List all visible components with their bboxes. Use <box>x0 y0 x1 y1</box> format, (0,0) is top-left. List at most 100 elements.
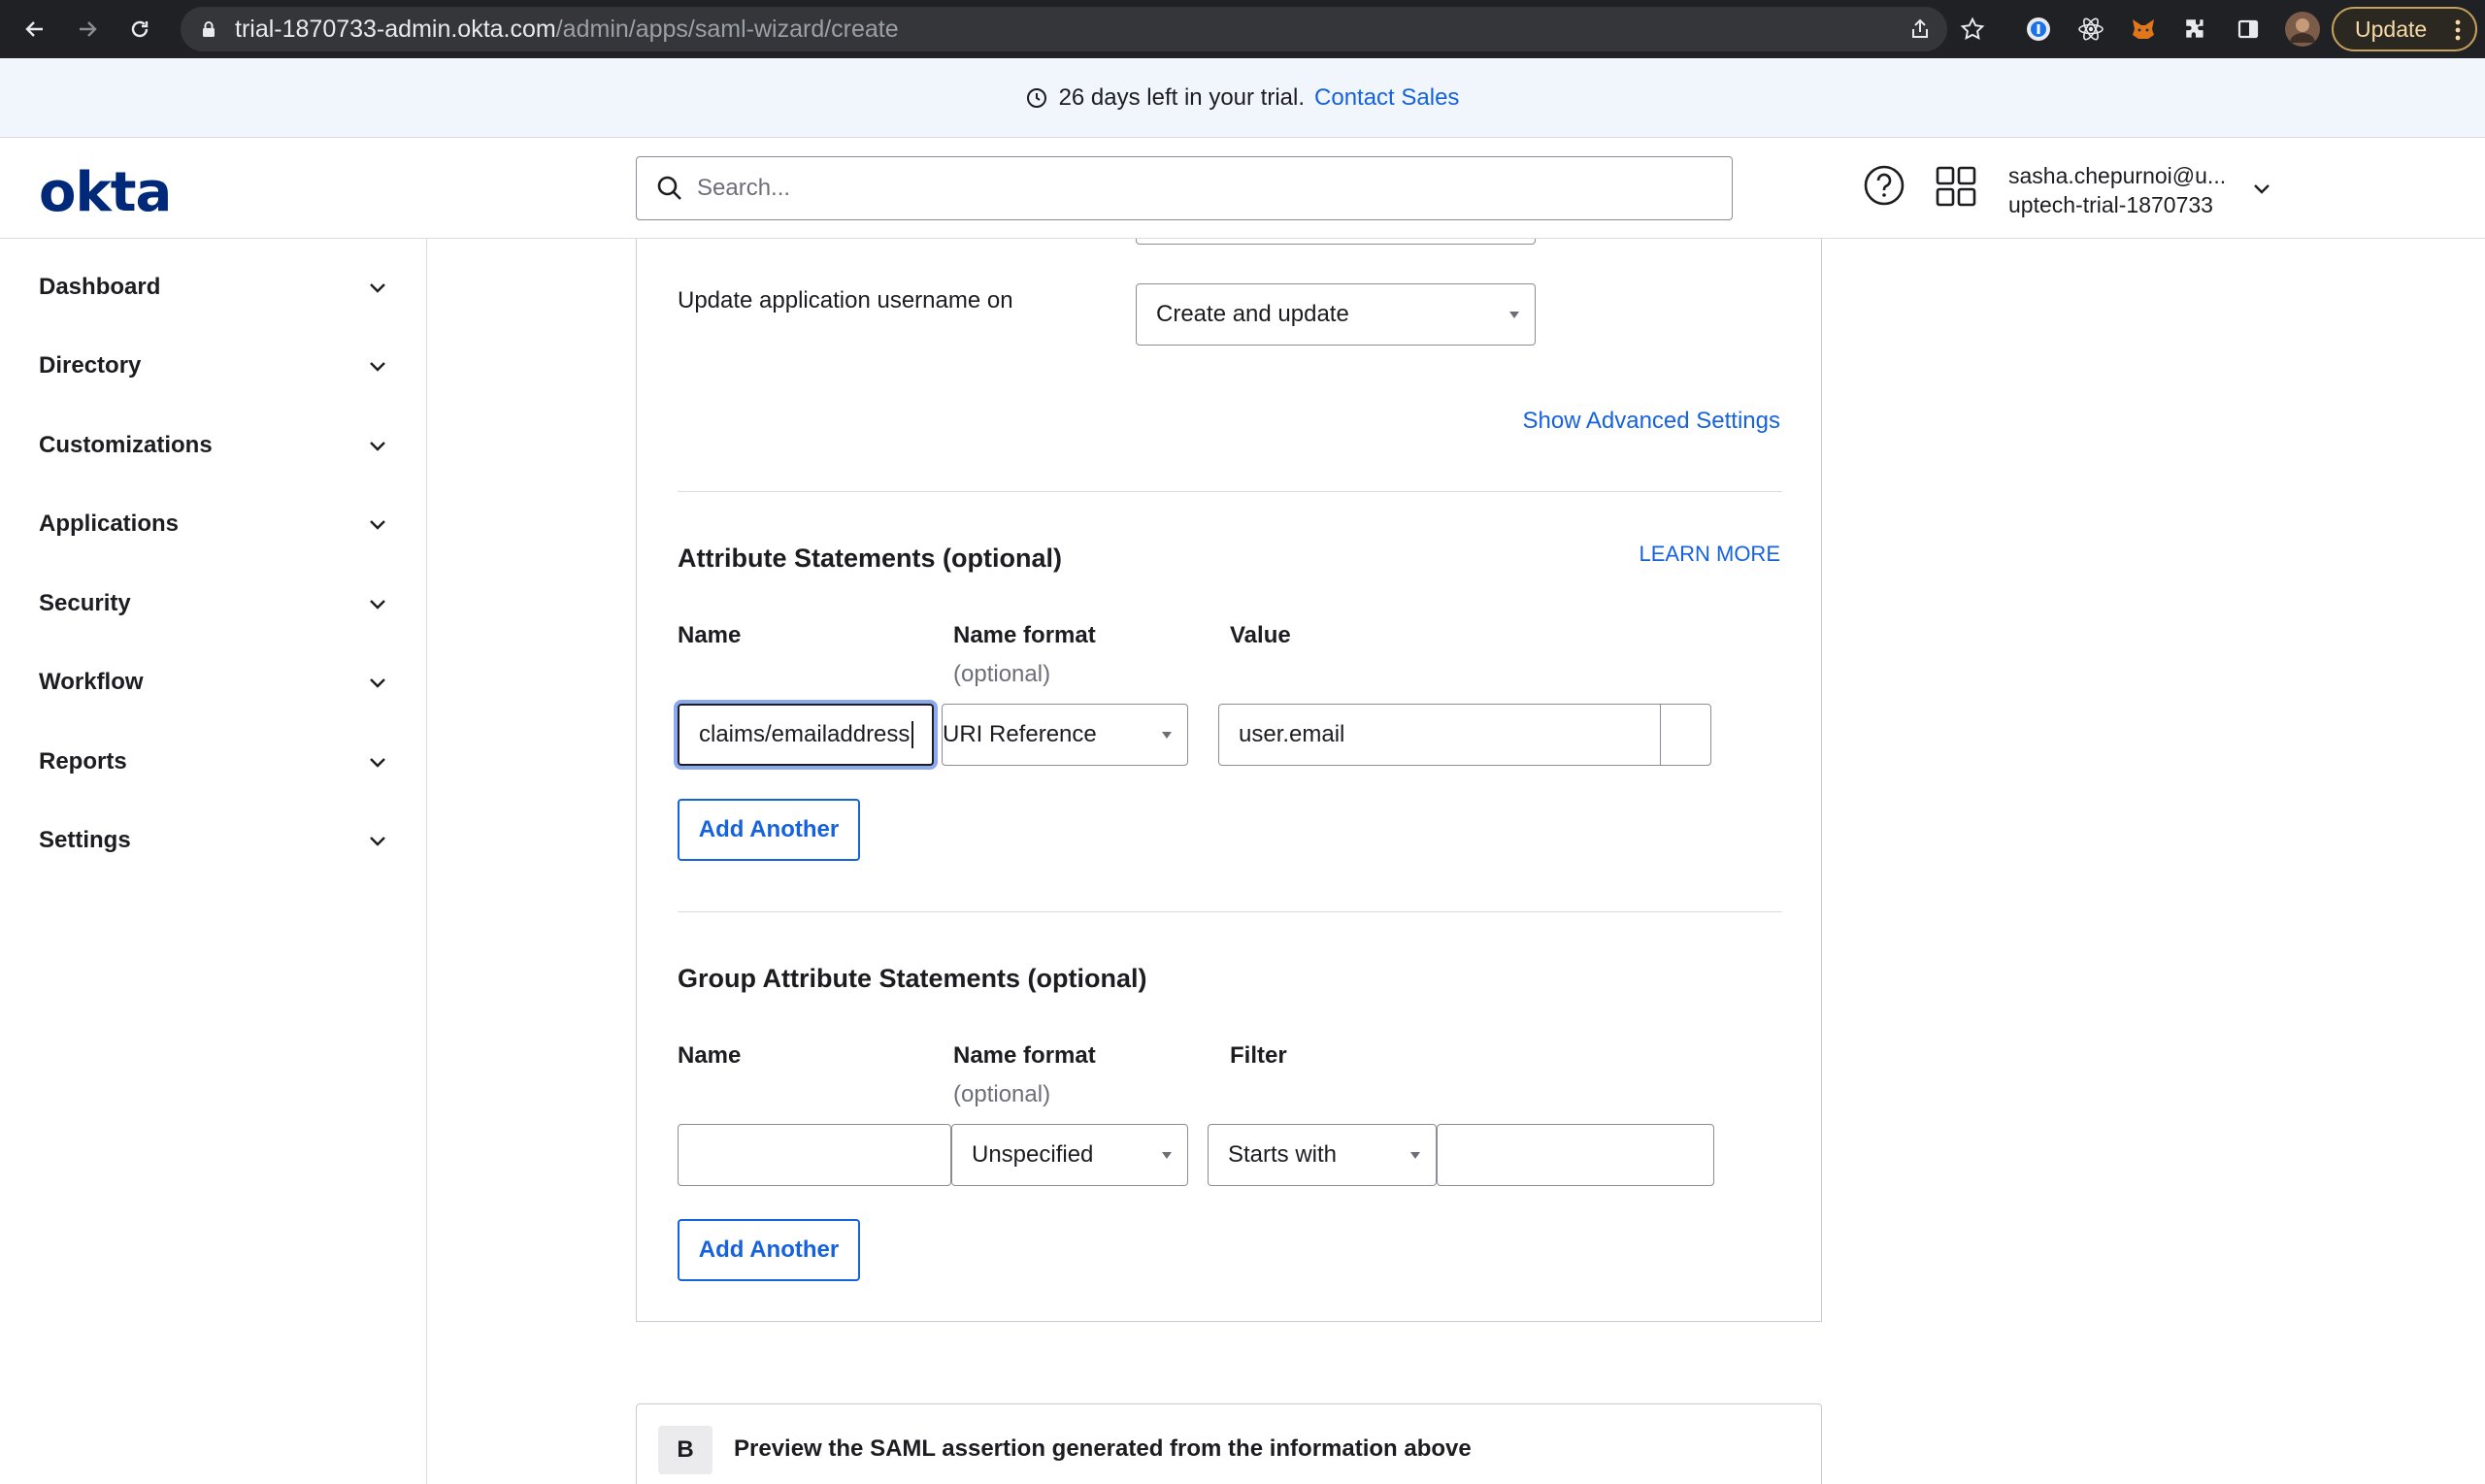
attr-col-format-optional: (optional) <box>953 661 1051 687</box>
bookmark-star-icon[interactable] <box>1957 14 1988 45</box>
extensions-puzzle-icon[interactable] <box>2180 14 2211 45</box>
side-panel-icon[interactable] <box>2233 14 2264 45</box>
group-filter-value: Starts with <box>1228 1141 1338 1168</box>
chevron-down-icon <box>370 362 385 372</box>
attr-col-name: Name <box>678 622 742 648</box>
lock-icon <box>203 21 215 37</box>
sidebar-item-reports[interactable]: Reports <box>39 733 388 791</box>
learn-more-link[interactable]: LEARN MORE <box>1640 542 1780 567</box>
arrow-right-icon <box>80 21 97 37</box>
caret-down-icon <box>1509 312 1519 318</box>
attr-value-dropdown-toggle[interactable] <box>1660 705 1710 765</box>
caret-down-icon <box>1410 1152 1420 1159</box>
chevron-down-icon <box>370 600 385 610</box>
contact-sales-link[interactable]: Contact Sales <box>1314 84 1459 112</box>
attr-name-input[interactable]: claims/emailaddress <box>678 704 934 766</box>
saml-settings-card: Update application username on Create an… <box>636 239 1822 1322</box>
chevron-down-icon <box>370 678 385 688</box>
sidebar-item-customizations[interactable]: Customizations <box>39 416 388 475</box>
forward-button[interactable] <box>70 12 105 47</box>
extension-1password-icon[interactable] <box>2023 14 2054 45</box>
preview-saml-title: Preview the SAML assertion generated fro… <box>734 1435 1472 1462</box>
search-box[interactable] <box>636 156 1733 220</box>
group-attribute-statements-title: Group Attribute Statements (optional) <box>678 964 1147 993</box>
attr-col-format: Name format <box>953 622 1096 648</box>
group-format-select[interactable]: Unspecified <box>951 1124 1188 1186</box>
attr-add-another-button[interactable]: Add Another <box>678 799 860 861</box>
preview-saml-section: B Preview the SAML assertion generated f… <box>636 1403 1822 1484</box>
update-username-select[interactable]: Create and update <box>1136 283 1536 346</box>
sidebar-item-label: Customizations <box>39 432 213 458</box>
chevron-down-icon <box>370 520 385 530</box>
app-header: okta sasha.chepurnoi@u... uptech-trial-1… <box>0 138 2485 239</box>
sidebar-item-label: Reports <box>39 748 127 775</box>
search-icon <box>657 176 681 200</box>
sidebar-item-label: Directory <box>39 352 142 379</box>
group-col-name: Name <box>678 1042 742 1069</box>
update-username-value: Create and update <box>1156 301 1349 327</box>
caret-down-icon <box>1162 1152 1172 1159</box>
reload-icon <box>131 20 149 38</box>
attribute-statements-title: Attribute Statements (optional) <box>678 544 1062 573</box>
sidebar-item-label: Security <box>39 590 131 616</box>
chevron-down-icon <box>370 283 385 293</box>
text-cursor <box>911 721 914 748</box>
sidebar-item-settings[interactable]: Settings <box>39 811 388 870</box>
browser-toolbar: trial-1870733-admin.okta.com/admin/apps/… <box>0 0 2485 58</box>
group-add-another-button[interactable]: Add Another <box>678 1219 860 1281</box>
section-divider <box>678 911 1782 912</box>
group-name-input[interactable] <box>678 1124 951 1186</box>
sidebar-item-applications[interactable]: Applications <box>39 495 388 553</box>
clipped-select-edge <box>1136 239 1536 245</box>
group-col-format-optional: (optional) <box>953 1081 1051 1107</box>
okta-logo[interactable]: okta <box>39 161 172 224</box>
extension-metamask-icon[interactable] <box>2128 14 2159 45</box>
sidebar-item-label: Workflow <box>39 669 144 695</box>
url-host: trial-1870733-admin.okta.com <box>235 15 556 43</box>
sidebar-item-label: Settings <box>39 827 131 853</box>
caret-down-icon <box>1162 732 1172 739</box>
profile-avatar[interactable] <box>2285 12 2320 47</box>
sidebar-item-dashboard[interactable]: Dashboard <box>39 258 388 316</box>
share-icon[interactable] <box>1905 14 1936 45</box>
clock-icon <box>1026 87 1046 108</box>
group-col-filter: Filter <box>1230 1042 1287 1069</box>
attr-format-select[interactable]: URI Reference <box>942 704 1188 766</box>
group-col-format: Name format <box>953 1042 1096 1069</box>
address-bar[interactable]: trial-1870733-admin.okta.com/admin/apps/… <box>181 7 1947 51</box>
attr-format-value: URI Reference <box>943 721 1097 747</box>
help-icon[interactable] <box>1862 163 1906 208</box>
extension-react-icon[interactable] <box>2075 14 2106 45</box>
chevron-down-icon <box>370 837 385 846</box>
user-email: sasha.chepurnoi@u... <box>2008 163 2227 188</box>
sidebar-item-directory[interactable]: Directory <box>39 337 388 395</box>
sidebar-item-label: Applications <box>39 511 180 537</box>
chevron-down-icon[interactable] <box>2250 177 2273 200</box>
trial-banner: 26 days left in your trial. Contact Sale… <box>0 58 2485 138</box>
attr-name-value: claims/emailaddress <box>699 721 911 747</box>
section-divider <box>678 491 1782 492</box>
back-button[interactable] <box>17 12 52 47</box>
sidebar-item-workflow[interactable]: Workflow <box>39 653 388 711</box>
sidebar-nav: Dashboard Directory Customizations Appli… <box>0 239 427 1484</box>
app-switcher-grid-icon[interactable] <box>1935 165 1977 208</box>
update-label: Update <box>2355 16 2428 42</box>
update-username-label: Update application username on <box>678 287 1013 313</box>
group-filter-select[interactable]: Starts with <box>1208 1124 1437 1186</box>
url-path: /admin/apps/saml-wizard/create <box>555 15 899 43</box>
show-advanced-settings-link[interactable]: Show Advanced Settings <box>1522 408 1780 435</box>
more-vert-icon <box>2455 19 2461 41</box>
section-b-badge: B <box>658 1426 712 1474</box>
trial-text: 26 days left in your trial. <box>1058 83 1306 111</box>
sidebar-item-security[interactable]: Security <box>39 575 388 633</box>
group-filter-value-input[interactable] <box>1437 1124 1714 1186</box>
user-menu[interactable]: sasha.chepurnoi@u... uptech-trial-187073… <box>2008 161 2226 219</box>
attr-value-combobox[interactable]: user.email <box>1218 704 1711 766</box>
sidebar-item-label: Dashboard <box>39 274 161 300</box>
chevron-down-icon <box>370 442 385 451</box>
reload-button[interactable] <box>122 12 157 47</box>
chevron-down-icon <box>370 758 385 768</box>
chrome-update-button[interactable]: Update <box>2332 7 2477 51</box>
user-org: uptech-trial-1870733 <box>2008 192 2213 217</box>
search-input[interactable] <box>697 175 1668 202</box>
